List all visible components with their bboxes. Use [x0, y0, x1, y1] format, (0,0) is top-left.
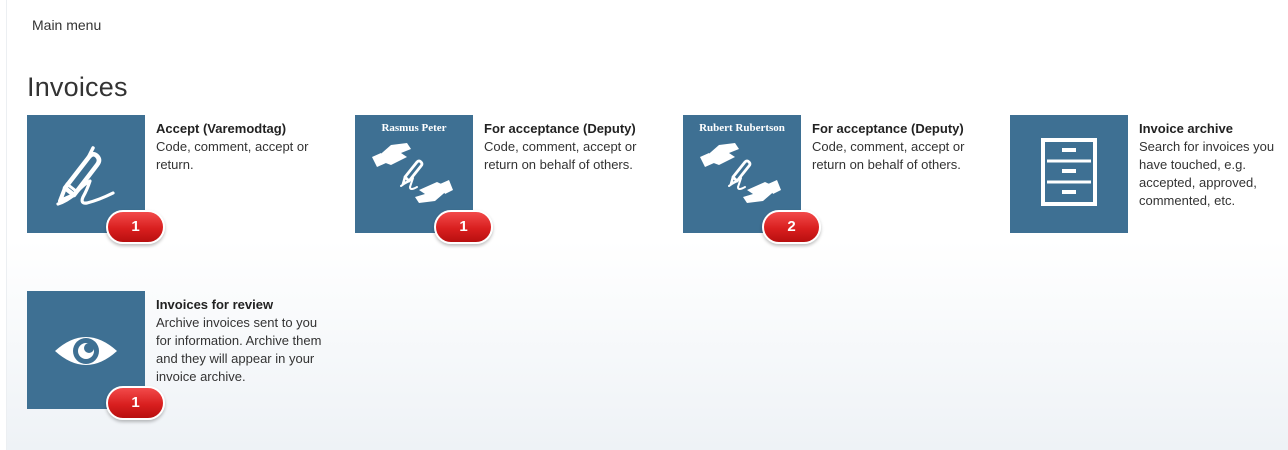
tile-deputy-rubert-rubertson[interactable]: Rubert Rubertson 2 For acceptance (Deput… — [683, 115, 983, 255]
tile-text: Accept (Varemodtag) Code, comment, accep… — [156, 120, 328, 174]
deputy-person-name: Rubert Rubertson — [699, 122, 785, 134]
tile-title: Accept (Varemodtag) — [156, 121, 287, 136]
tile-title: For acceptance (Deputy) — [484, 121, 636, 136]
tile-description: Archive invoices sent to you for informa… — [156, 315, 322, 384]
notification-badge: 2 — [762, 210, 821, 244]
notification-badge: 1 — [106, 210, 165, 244]
page-edge — [0, 0, 7, 450]
notification-badge: 1 — [434, 210, 493, 244]
tile-text: Invoices for review Archive invoices sen… — [156, 296, 328, 386]
notification-badge: 1 — [106, 386, 165, 420]
tile-title: Invoices for review — [156, 297, 274, 312]
tile-text: Invoice archive Search for invoices you … — [1139, 120, 1288, 210]
tile-description: Search for invoices you have touched, e.… — [1139, 139, 1275, 208]
tile-title: For acceptance (Deputy) — [812, 121, 964, 136]
tile-icon-box — [1010, 115, 1128, 233]
file-cabinet-icon — [1041, 138, 1097, 206]
tile-description: Code, comment, accept or return on behal… — [484, 139, 637, 172]
tile-text: For acceptance (Deputy) Code, comment, a… — [812, 120, 984, 174]
tile-title: Invoice archive — [1139, 121, 1233, 136]
tile-accept[interactable]: 1 Accept (Varemodtag) Code, comment, acc… — [27, 115, 327, 255]
tile-text: For acceptance (Deputy) Code, comment, a… — [484, 120, 656, 174]
tile-deputy-rasmus-peter[interactable]: Rasmus Peter 1 For acceptance (Deputy) C… — [355, 115, 655, 255]
tile-invoices-for-review[interactable]: 1 Invoices for review Archive invoices s… — [27, 291, 327, 431]
main-menu-link[interactable]: Main menu — [32, 17, 101, 33]
deputy-person-name: Rasmus Peter — [381, 122, 447, 134]
tile-description: Code, comment, accept or return on behal… — [812, 139, 965, 172]
tile-invoice-archive[interactable]: Invoice archive Search for invoices you … — [1010, 115, 1288, 255]
page-title: Invoices — [27, 72, 128, 102]
tile-description: Code, comment, accept or return. — [156, 139, 309, 172]
